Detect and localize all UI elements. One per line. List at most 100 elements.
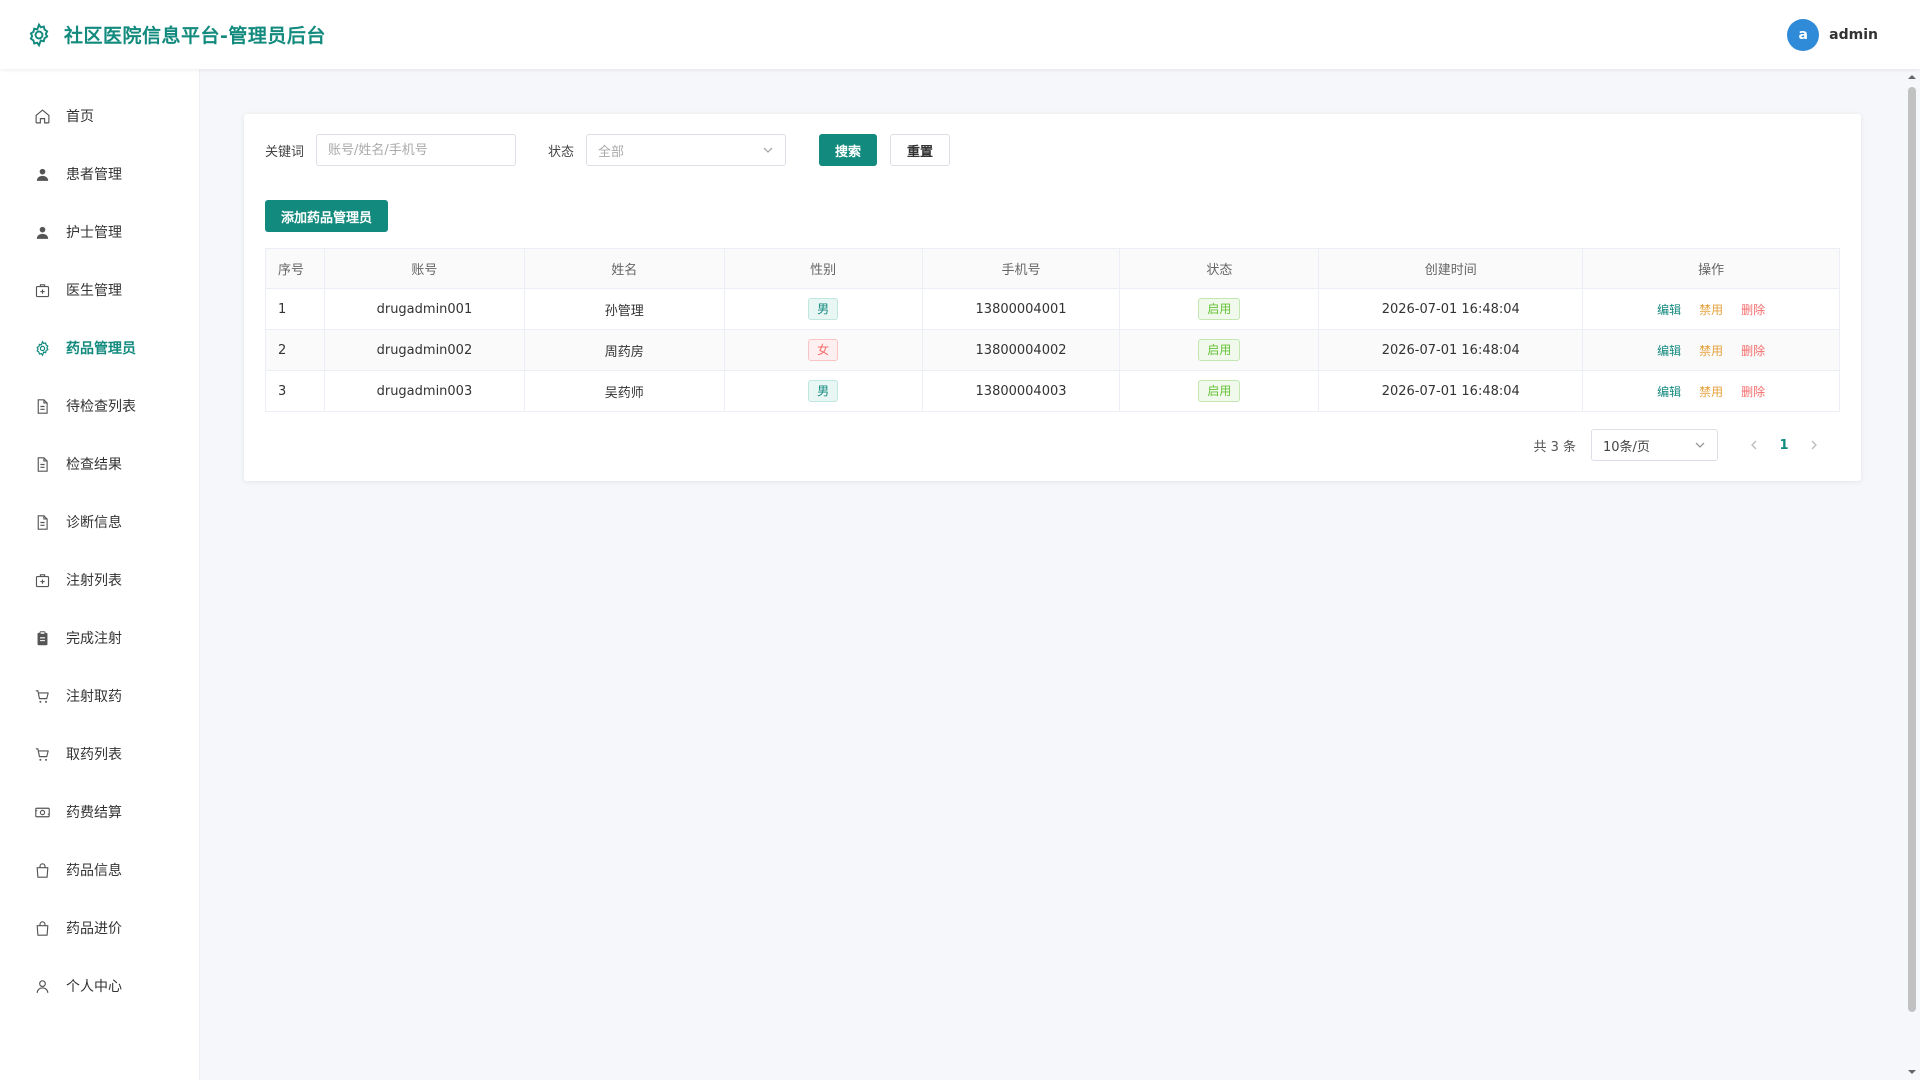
sidebar-item-label: 护士管理: [66, 225, 122, 241]
page-scrollbar[interactable]: [1904, 69, 1920, 1080]
status-cell: 启用: [1119, 329, 1320, 371]
disable-link[interactable]: 禁用: [1699, 385, 1723, 399]
user-icon: [36, 226, 49, 239]
sidebar-item-label: 注射列表: [66, 573, 122, 589]
actions-cell: 编辑 禁用 删除: [1582, 288, 1840, 330]
row-index: 3: [265, 370, 325, 412]
sidebar-item-label: 药品管理员: [66, 341, 136, 357]
avatar[interactable]: a: [1787, 18, 1820, 51]
sidebar-item-label: 药费结算: [66, 805, 122, 821]
name-cell: 吴药师: [523, 370, 725, 412]
name-cell: 孙管理: [523, 288, 725, 330]
bag-icon: [36, 862, 49, 878]
document-icon: [37, 514, 48, 530]
sidebar-item-11[interactable]: 取药列表: [0, 725, 199, 783]
gear-icon: [36, 339, 49, 357]
status-cell: 启用: [1119, 288, 1320, 330]
created-time-cell: 2026-07-01 16:48:04: [1318, 288, 1584, 330]
status-select-value: 全部: [598, 144, 625, 160]
clipboard-icon: [37, 630, 48, 645]
keyword-input[interactable]: [316, 134, 517, 166]
gender-cell: 男: [723, 288, 923, 330]
medical-kit-icon: [35, 573, 50, 587]
chevron-left-icon: [1751, 440, 1757, 450]
gender-cell: 男: [723, 370, 923, 412]
page-size-select[interactable]: 10条/页: [1591, 429, 1718, 461]
prev-page-button[interactable]: [1740, 431, 1768, 459]
chevron-down-icon: [1695, 442, 1705, 448]
sidebar-item-10[interactable]: 注射取药: [0, 667, 199, 725]
gender-tag: 男: [808, 298, 839, 320]
sidebar-item-label: 诊断信息: [66, 515, 122, 531]
money-icon: [35, 807, 50, 817]
status-badge: 启用: [1198, 298, 1241, 320]
app-title: 社区医院信息平台-管理员后台: [64, 25, 326, 47]
row-index: 1: [265, 288, 325, 330]
sidebar-item-label: 完成注射: [66, 631, 122, 647]
sidebar-item-7[interactable]: 诊断信息: [0, 493, 199, 551]
scroll-down-icon[interactable]: [1908, 1068, 1916, 1076]
sidebar-item-9[interactable]: 完成注射: [0, 609, 199, 667]
sidebar-item-0[interactable]: 首页: [0, 87, 199, 145]
username[interactable]: admin: [1829, 27, 1878, 43]
page-number-1[interactable]: 1: [1768, 438, 1800, 453]
user-icon: [36, 168, 49, 181]
delete-link[interactable]: 删除: [1741, 344, 1765, 358]
search-button[interactable]: 搜索: [819, 134, 878, 166]
table-row: 3 drugadmin003 吴药师 男 13800004003 启用 2026-07-01…: [265, 370, 1840, 412]
cart-icon: [35, 747, 49, 761]
sidebar-item-12[interactable]: 药费结算: [0, 783, 199, 841]
scrollbar-thumb[interactable]: [1908, 87, 1916, 1012]
sidebar: 首页患者管理护士管理医生管理药品管理员待检查列表 检查结果诊断信息注射列表完成注射…: [0, 69, 200, 1080]
sidebar-item-1[interactable]: 患者管理: [0, 145, 199, 203]
account-cell: drugadmin003: [323, 370, 525, 412]
scroll-up-icon[interactable]: [1908, 73, 1916, 81]
disable-link[interactable]: 禁用: [1699, 303, 1723, 317]
medical-kit-icon: [35, 283, 50, 297]
sidebar-item-4[interactable]: 药品管理员: [0, 319, 199, 377]
document-icon: [37, 398, 48, 414]
page-size-value: 10条/页: [1603, 439, 1650, 455]
column-header: 操作: [1582, 248, 1840, 289]
sidebar-item-15[interactable]: 个人中心: [0, 957, 199, 1015]
user-menu[interactable]: a admin: [1787, 18, 1878, 51]
phone-cell: 13800004001: [921, 288, 1121, 330]
drug-admin-table: 序号 账号 姓名 性别 手机号 状态 创建时间 操作 1 drugadmin001 孙管理男 138…: [265, 248, 1840, 412]
bag-icon: [36, 920, 49, 936]
sidebar-item-14[interactable]: 药品进价: [0, 899, 199, 957]
edit-link[interactable]: 编辑: [1657, 385, 1681, 399]
sidebar-item-label: 个人中心: [66, 979, 122, 995]
document-icon: [37, 456, 48, 472]
sidebar-item-label: 首页: [66, 109, 94, 125]
edit-link[interactable]: 编辑: [1657, 344, 1681, 358]
sidebar-item-label: 医生管理: [66, 283, 122, 299]
edit-link[interactable]: 编辑: [1657, 303, 1681, 317]
column-header: 创建时间: [1318, 248, 1584, 289]
sidebar-item-13[interactable]: 药品信息: [0, 841, 199, 899]
main-content: 关键词 状态 全部 搜索 重置 添加药品管理员 序号账号姓名性别手机号状态创建时…: [200, 69, 1904, 1080]
sidebar-item-6[interactable]: 检查结果: [0, 435, 199, 493]
sidebar-item-5[interactable]: 待检查列表: [0, 377, 199, 435]
status-badge: 启用: [1198, 339, 1241, 361]
delete-link[interactable]: 删除: [1741, 385, 1765, 399]
column-header: 姓名: [523, 248, 725, 289]
person-icon: [36, 979, 49, 993]
add-drug-admin-button[interactable]: 添加药品管理员: [265, 200, 389, 232]
gender-cell: 女: [723, 329, 923, 371]
sidebar-item-label: 取药列表: [66, 747, 122, 763]
sidebar-item-2[interactable]: 护士管理: [0, 203, 199, 261]
phone-cell: 13800004003: [921, 370, 1121, 412]
delete-link[interactable]: 删除: [1741, 303, 1765, 317]
sidebar-item-3[interactable]: 医生管理: [0, 261, 199, 319]
sidebar-item-label: 注射取药: [66, 689, 122, 705]
status-select[interactable]: 全部: [586, 134, 787, 166]
next-page-button[interactable]: [1800, 431, 1828, 459]
sidebar-item-label: 药品信息: [66, 863, 122, 879]
gear-icon: [29, 22, 49, 47]
keyword-label: 关键词: [265, 144, 305, 160]
reset-button[interactable]: 重置: [890, 134, 951, 166]
column-header: 状态: [1119, 248, 1320, 289]
disable-link[interactable]: 禁用: [1699, 344, 1723, 358]
sidebar-item-8[interactable]: 注射列表: [0, 551, 199, 609]
created-time-cell: 2026-07-01 16:48:04: [1318, 370, 1584, 412]
